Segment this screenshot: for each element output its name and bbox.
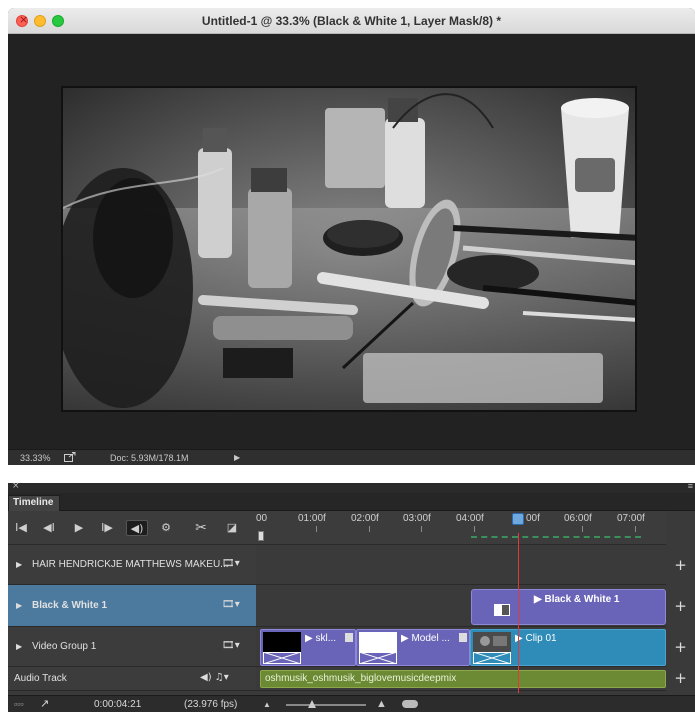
track-name: Audio Track xyxy=(14,673,67,684)
frame-rate: (23.976 fps) xyxy=(184,699,238,710)
ruler-tick-label: 04:00f xyxy=(456,513,484,524)
timeline-panel: × ≡ Timeline I◀ ◀I ▶ I▶ ◀) ⚙ ✂ ◪ 00 01:0… xyxy=(8,481,695,712)
zoom-out-icon[interactable]: ▲ xyxy=(263,700,271,709)
ruler-tick-label: 01:00f xyxy=(298,513,326,524)
render-indicator-bar xyxy=(471,536,641,538)
video-clip[interactable]: ▶ Clip 01 xyxy=(470,629,666,666)
track-header-black-white[interactable]: ▶ Black & White 1 🎞▾ xyxy=(8,585,256,627)
zoom-slider-track[interactable] xyxy=(286,704,366,706)
step-forward-icon[interactable]: I▶ xyxy=(100,520,114,536)
clip-label: ▶ Model ... xyxy=(401,633,450,644)
audio-clip[interactable]: oshmusik_oshmusik_biglovemusicdeepmix xyxy=(260,670,666,688)
add-media-button[interactable]: + xyxy=(666,597,695,615)
timeline-bottom-bar: ▫▫▫ ↗ 0:00:04:21 (23.976 fps) ▲ ▲ xyxy=(8,695,695,712)
clip-label: ▶ Clip 01 xyxy=(515,633,557,644)
step-back-icon[interactable]: ◀I xyxy=(42,520,56,536)
track-name: Black & White 1 xyxy=(32,600,108,611)
lane-hair[interactable] xyxy=(256,545,666,585)
makeup-table-photo xyxy=(63,88,635,410)
ruler-tick-label: 00 xyxy=(256,513,268,524)
ruler-tick-label: 06:00f xyxy=(564,513,592,524)
ruler-tick xyxy=(369,526,370,532)
expand-triangle-icon[interactable]: ▶ xyxy=(16,642,22,651)
ruler-tick xyxy=(582,526,583,532)
status-menu-arrow-icon[interactable]: ▶ xyxy=(234,453,240,462)
work-area-start-handle[interactable] xyxy=(258,531,264,541)
adjustment-layer-icon xyxy=(494,604,510,616)
expand-triangle-icon[interactable]: ▶ xyxy=(16,560,22,569)
ruler-tick xyxy=(635,526,636,532)
horizontal-scrollbar[interactable] xyxy=(402,700,418,708)
doc-size-info: Doc: 5.93M/178.1M xyxy=(110,453,189,463)
film-strip-menu-icon[interactable]: 🎞▾ xyxy=(222,558,240,569)
playhead-handle[interactable] xyxy=(512,513,524,525)
ruler-tick-label: 03:00f xyxy=(403,513,431,524)
document-window: Untitled-1 @ 33.3% (Black & White 1, Lay… xyxy=(8,8,695,465)
adjustment-clip[interactable]: ▶ Black & White 1 xyxy=(471,589,666,625)
panel-close-icon[interactable]: × xyxy=(12,481,20,491)
window-titlebar[interactable]: Untitled-1 @ 33.3% (Black & White 1, Lay… xyxy=(8,8,695,34)
canvas-photo[interactable] xyxy=(61,86,637,412)
split-scissors-icon[interactable]: ✂ xyxy=(192,520,210,536)
clip-label: ▶ Black & White 1 xyxy=(534,594,620,605)
add-media-column: + + + + xyxy=(666,545,695,710)
transition-icon[interactable]: ◪ xyxy=(224,520,240,536)
track-header-video-group[interactable]: ▶ Video Group 1 🎞▾ xyxy=(8,627,256,667)
clip-end-icon[interactable] xyxy=(345,633,353,642)
settings-gear-icon[interactable]: ⚙ xyxy=(158,520,174,536)
transition-icon xyxy=(263,652,301,664)
ruler-tick xyxy=(474,526,475,532)
add-media-button[interactable]: + xyxy=(666,638,695,656)
video-clip[interactable]: ▶ Model ... xyxy=(356,629,470,666)
film-strip-menu-icon[interactable]: 🎞▾ xyxy=(222,599,240,610)
transition-icon xyxy=(359,652,397,664)
add-media-button[interactable]: + xyxy=(666,669,695,687)
track-lanes[interactable]: ▶ Black & White 1 ▶ skl... ▶ Model ... ▶… xyxy=(256,545,666,710)
zoom-in-icon[interactable]: ▲ xyxy=(376,698,387,710)
track-name: Video Group 1 xyxy=(32,641,97,652)
lane-audio[interactable]: oshmusik_oshmusik_biglovemusicdeepmix xyxy=(256,667,666,691)
panel-header: × ≡ xyxy=(8,481,695,493)
video-clip[interactable]: ▶ skl... xyxy=(260,629,356,666)
transition-icon xyxy=(473,652,511,664)
audio-toggle-icon[interactable]: ◀) xyxy=(126,520,148,536)
lane-video-group[interactable]: ▶ skl... ▶ Model ... ▶ Clip 01 xyxy=(256,627,666,667)
zoom-slider-knob[interactable] xyxy=(308,700,316,708)
clip-end-icon[interactable] xyxy=(459,633,467,642)
export-icon[interactable] xyxy=(64,452,76,462)
ruler-tick xyxy=(316,526,317,532)
audio-menu-icon[interactable]: ◀) ♫▾ xyxy=(200,672,229,683)
add-media-button[interactable]: + xyxy=(666,556,695,574)
render-video-icon[interactable]: ↗ xyxy=(40,697,49,710)
playhead-line[interactable] xyxy=(518,533,519,693)
film-strip-menu-icon[interactable]: 🎞▾ xyxy=(222,640,240,651)
lane-black-white[interactable]: ▶ Black & White 1 xyxy=(256,585,666,627)
time-ruler[interactable]: 00 01:00f 02:00f 03:00f 04:00f 00f 06:00… xyxy=(256,511,666,545)
frame-animation-icon[interactable]: ▫▫▫ xyxy=(14,699,24,709)
track-name: HAIR HENDRICKJE MATTHEWS MAKEU... xyxy=(32,559,229,570)
document-title: Untitled-1 @ 33.3% (Black & White 1, Lay… xyxy=(201,14,502,28)
clip-thumbnail xyxy=(359,632,397,652)
canvas-area[interactable] xyxy=(8,34,695,449)
document-status-bar: 33.33% Doc: 5.93M/178.1M ▶ xyxy=(8,449,695,465)
playback-controls: I◀ ◀I ▶ I▶ ◀) ⚙ ✂ ◪ xyxy=(8,511,256,545)
panel-tab-bar: Timeline xyxy=(8,493,695,511)
tab-timeline[interactable]: Timeline xyxy=(8,495,60,511)
panel-menu-icon[interactable]: ≡ xyxy=(688,481,693,491)
ruler-tick-label: 07:00f xyxy=(617,513,645,524)
ruler-tick xyxy=(421,526,422,532)
go-to-first-frame-icon[interactable]: I◀ xyxy=(14,520,28,536)
track-header-audio[interactable]: Audio Track ◀) ♫▾ xyxy=(8,667,256,691)
zoom-level[interactable]: 33.33% xyxy=(20,453,51,463)
track-header-hair[interactable]: ▶ HAIR HENDRICKJE MATTHEWS MAKEU... 🎞▾ xyxy=(8,545,256,585)
playhead-time-label: 00f xyxy=(526,513,540,524)
expand-triangle-icon[interactable]: ▶ xyxy=(16,601,22,610)
clip-thumbnail xyxy=(473,632,511,652)
clip-thumbnail xyxy=(263,632,301,652)
ruler-tick-label: 02:00f xyxy=(351,513,379,524)
current-time: 0:00:04:21 xyxy=(94,699,142,710)
play-icon[interactable]: ▶ xyxy=(72,520,86,536)
clip-label: ▶ skl... xyxy=(305,633,337,644)
